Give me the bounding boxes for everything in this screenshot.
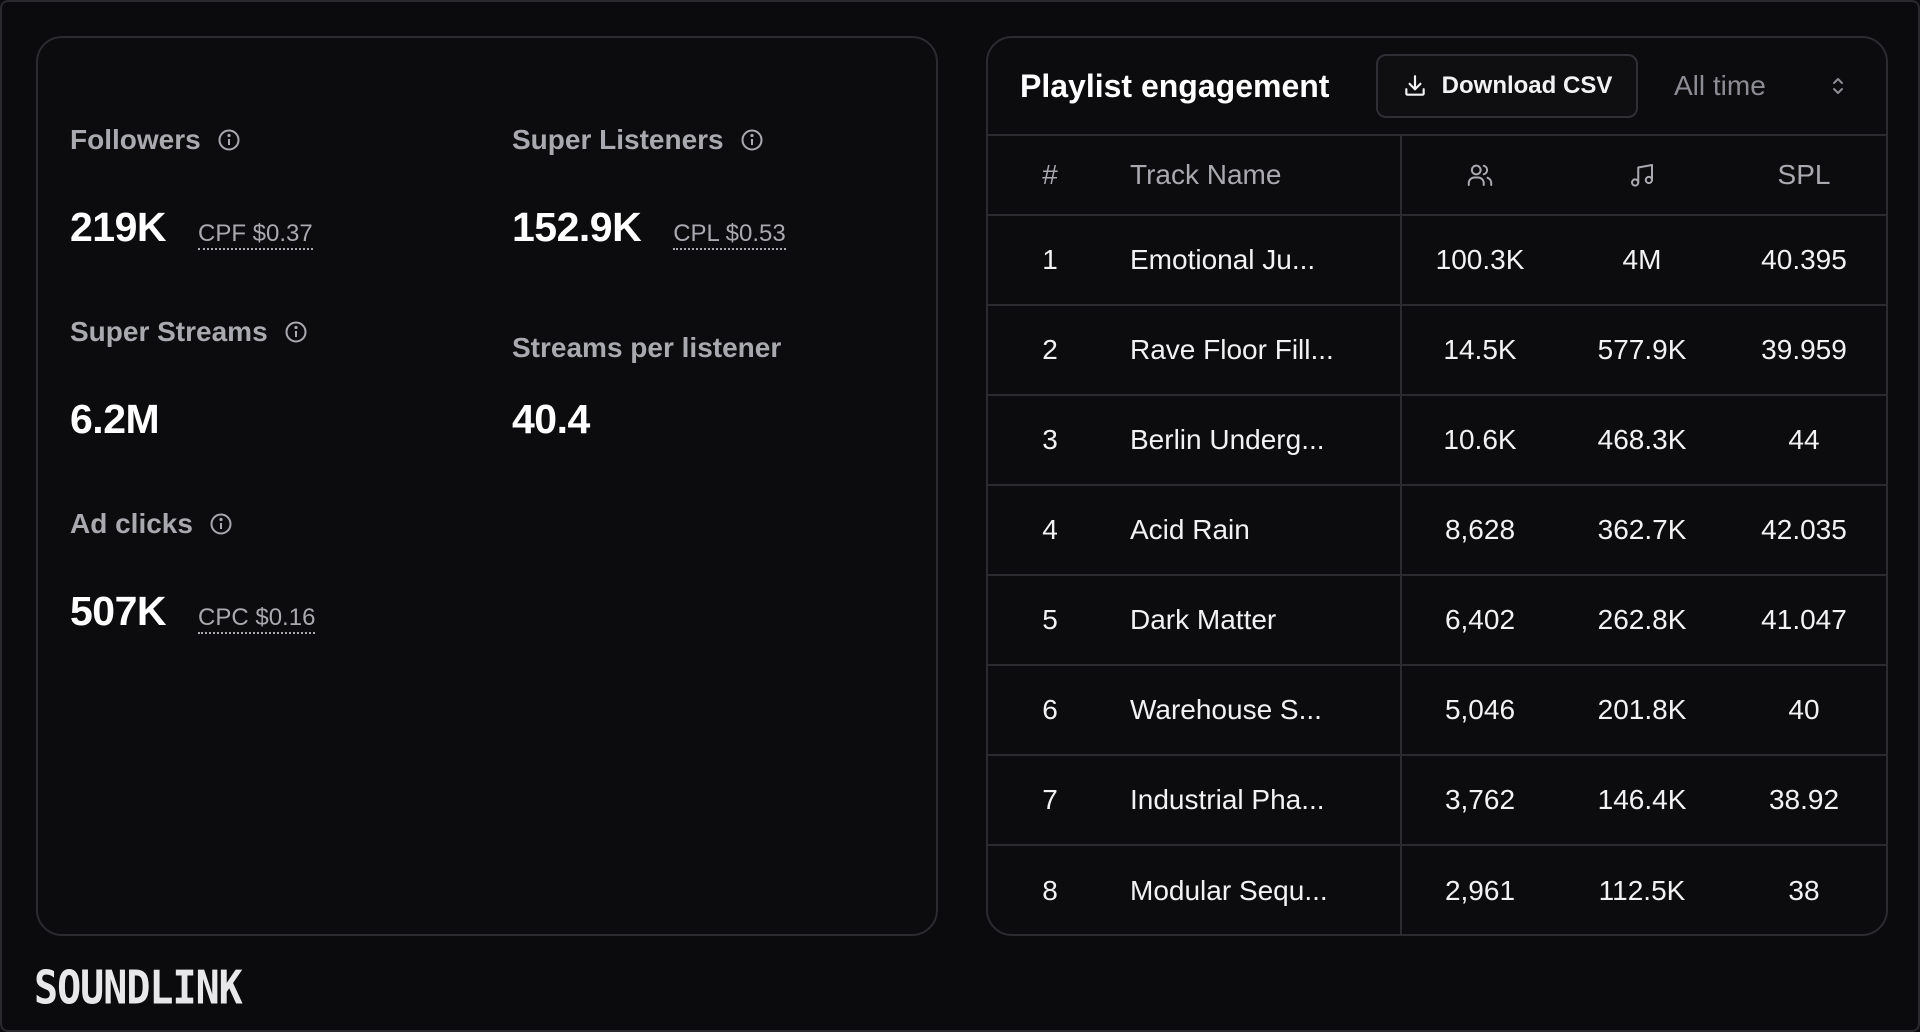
cell-streams: 362.7K xyxy=(1597,514,1687,545)
cell-spl: 39.959 xyxy=(1761,334,1847,365)
cell-rank: 1 xyxy=(1042,244,1058,275)
cell-listeners: 100.3K xyxy=(1435,244,1525,275)
table-row[interactable]: 5 Dark Matter 6,402 262.8K 41.047 xyxy=(988,576,1886,666)
cell-listeners: 2,961 xyxy=(1444,875,1516,906)
info-icon[interactable] xyxy=(217,128,241,152)
cell-listeners: 5,046 xyxy=(1444,694,1516,725)
cell-streams: 468.3K xyxy=(1597,424,1687,455)
header-listeners[interactable] xyxy=(1400,136,1560,214)
table-row[interactable]: 8 Modular Sequ... 2,961 112.5K 38 xyxy=(988,846,1886,934)
cell-track-name: Acid Rain xyxy=(1130,514,1250,545)
cell-track-name: Industrial Pha... xyxy=(1130,784,1325,815)
info-icon[interactable] xyxy=(209,512,233,536)
header-track-name[interactable]: Track Name xyxy=(1130,136,1390,214)
table-row[interactable]: 4 Acid Rain 8,628 362.7K 42.035 xyxy=(988,486,1886,576)
time-range-value: All time xyxy=(1674,70,1766,101)
music-note-icon xyxy=(1631,164,1653,187)
cell-track-name: Berlin Underg... xyxy=(1130,424,1325,455)
cell-spl: 40.395 xyxy=(1761,244,1847,275)
download-csv-button[interactable]: Download CSV xyxy=(1376,54,1638,118)
cell-streams: 112.5K xyxy=(1598,875,1686,906)
stat-super-streams: Super Streams 6.2M xyxy=(70,316,308,443)
info-icon[interactable] xyxy=(284,320,308,344)
cell-spl: 41.047 xyxy=(1761,604,1847,635)
table-row[interactable]: 3 Berlin Underg... 10.6K 468.3K 44 xyxy=(988,396,1886,486)
cell-streams: 577.9K xyxy=(1597,334,1687,365)
time-range-select[interactable]: All time xyxy=(1674,54,1864,118)
cell-spl: 42.035 xyxy=(1761,514,1847,545)
cell-streams: 201.8K xyxy=(1597,694,1687,725)
cell-streams: 262.8K xyxy=(1597,604,1687,635)
table-row[interactable]: 1 Emotional Ju... 100.3K 4M 40.395 xyxy=(988,216,1886,306)
app-frame: Followers 219K CPF $0.37 Super Listeners… xyxy=(0,0,1920,1032)
cell-rank: 6 xyxy=(1042,694,1058,725)
cell-rank: 5 xyxy=(1042,604,1058,635)
download-csv-label: Download CSV xyxy=(1441,72,1613,99)
cell-rank: 3 xyxy=(1042,424,1058,455)
table-card-header: Playlist engagement Download CSV All tim… xyxy=(988,38,1886,136)
chevron-up-down-icon xyxy=(1833,78,1843,94)
cell-track-name: Dark Matter xyxy=(1130,604,1277,635)
cell-listeners: 14.5K xyxy=(1443,334,1517,365)
table-row[interactable]: 7 Industrial Pha... 3,762 146.4K 38.92 xyxy=(988,756,1886,846)
header-spl[interactable]: SPL xyxy=(1724,136,1884,214)
engagement-table: # Track Name SPL 1 Emotional Ju... 100.3… xyxy=(988,136,1886,934)
stat-followers: Followers 219K CPF $0.37 xyxy=(70,124,313,251)
stat-label: Streams per listener xyxy=(512,332,782,363)
cell-rank: 2 xyxy=(1042,334,1058,365)
table-header-row: # Track Name SPL xyxy=(988,136,1886,216)
cell-listeners: 3,762 xyxy=(1444,784,1516,815)
stat-value: 6.2M xyxy=(70,396,160,442)
stat-value: 219K xyxy=(70,204,167,250)
cell-streams: 4M xyxy=(1622,244,1662,275)
stat-super-listeners: Super Listeners 152.9K CPL $0.53 xyxy=(512,124,786,251)
cell-spl: 38 xyxy=(1788,875,1820,906)
cell-listeners: 6,402 xyxy=(1444,604,1516,635)
stat-label: Super Listeners xyxy=(512,124,724,155)
cell-spl: 44 xyxy=(1788,424,1820,455)
cell-listeners: 8,628 xyxy=(1444,514,1516,545)
cell-track-name: Warehouse S... xyxy=(1130,694,1322,725)
cell-rank: 7 xyxy=(1042,784,1058,815)
stat-cost[interactable]: CPF $0.37 xyxy=(198,220,313,250)
table-row[interactable]: 2 Rave Floor Fill... 14.5K 577.9K 39.959 xyxy=(988,306,1886,396)
cell-spl: 40 xyxy=(1788,694,1820,725)
header-rank[interactable]: # xyxy=(1020,136,1080,214)
cell-streams: 146.4K xyxy=(1597,784,1687,815)
stat-cost[interactable]: CPC $0.16 xyxy=(198,604,316,634)
stat-label: Super Streams xyxy=(70,316,268,347)
cell-listeners: 10.6K xyxy=(1443,424,1517,455)
stat-label: Followers xyxy=(70,124,201,155)
cell-track-name: Modular Sequ... xyxy=(1130,875,1328,906)
cell-track-name: Emotional Ju... xyxy=(1130,244,1316,275)
header-streams[interactable] xyxy=(1562,136,1722,214)
cell-rank: 8 xyxy=(1042,875,1058,906)
stat-value: 507K xyxy=(70,588,167,634)
cell-track-name: Rave Floor Fill... xyxy=(1130,334,1334,365)
card-title: Playlist engagement xyxy=(1020,68,1330,104)
stat-value: 40.4 xyxy=(512,396,590,442)
stat-value: 152.9K xyxy=(512,204,642,250)
stat-streams-per-listener: Streams per listener 40.4 xyxy=(512,332,781,443)
stat-label: Ad clicks xyxy=(70,508,193,539)
info-icon[interactable] xyxy=(740,128,764,152)
stat-ad-clicks: Ad clicks 507K CPC $0.16 xyxy=(70,508,316,635)
users-icon xyxy=(1467,164,1493,186)
playlist-engagement-card: Playlist engagement Download CSV All tim… xyxy=(986,36,1888,936)
cell-rank: 4 xyxy=(1042,514,1058,545)
download-icon xyxy=(1404,75,1425,96)
table-row[interactable]: 6 Warehouse S... 5,046 201.8K 40 xyxy=(988,666,1886,756)
stat-cost[interactable]: CPL $0.53 xyxy=(673,220,786,250)
cell-spl: 38.92 xyxy=(1768,784,1840,815)
stats-card: Followers 219K CPF $0.37 Super Listeners… xyxy=(36,36,938,936)
soundlink-logo: SOUNDLINK xyxy=(34,962,243,1015)
